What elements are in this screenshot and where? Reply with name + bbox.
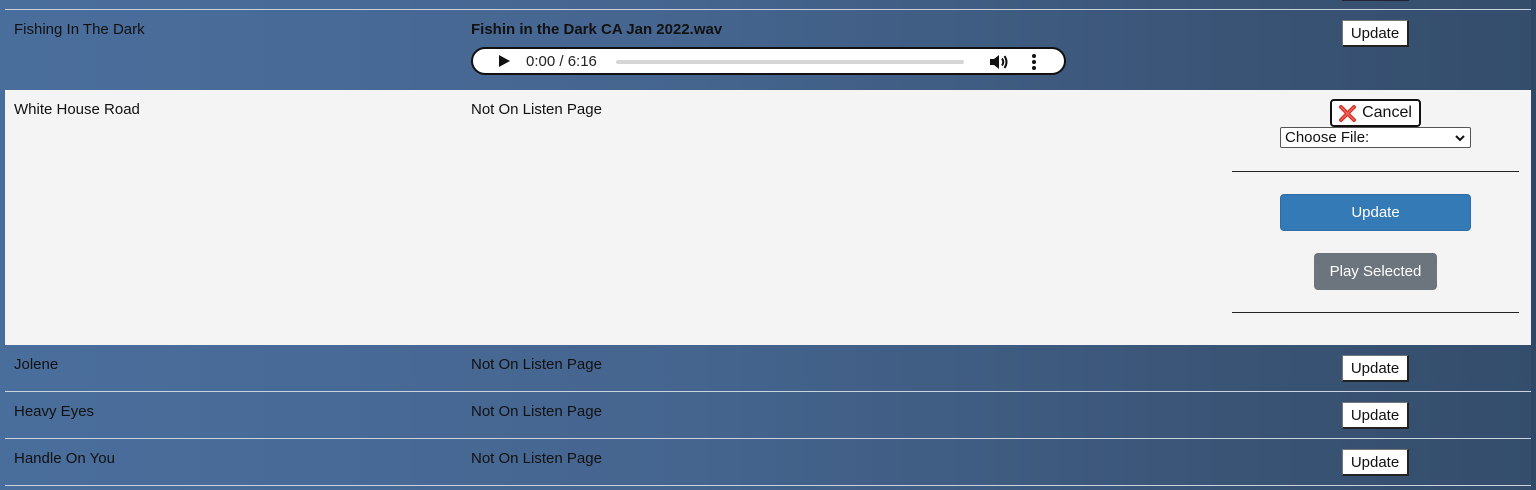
update-button[interactable]: Update — [1342, 449, 1409, 476]
file-status: Not On Listen Page — [471, 403, 602, 420]
file-status: Not On Listen Page — [471, 450, 602, 467]
cancel-button[interactable]: Cancel — [1330, 99, 1421, 127]
file-name: Fishin in the Dark CA Jan 2022.wav — [471, 21, 723, 38]
scroll-edge — [1531, 0, 1536, 490]
row-divider — [5, 485, 1531, 486]
play-selected-button[interactable]: Play Selected — [1314, 253, 1437, 290]
audio-player[interactable]: 0:00 / 6:16 — [471, 47, 1066, 75]
chevron-down-icon — [1455, 135, 1465, 142]
song-list: Fishing In The Dark Fishin in the Dark C… — [0, 0, 1536, 490]
section-divider — [1232, 312, 1519, 313]
row-divider — [5, 391, 1531, 392]
song-title: Jolene — [14, 356, 59, 373]
update-button[interactable]: Update — [1342, 402, 1409, 429]
song-title: White House Road — [14, 101, 140, 118]
select-value: Choose File: — [1285, 129, 1370, 146]
song-title: Handle On You — [14, 450, 115, 467]
more-vertical-icon[interactable] — [1031, 53, 1037, 71]
row-divider — [5, 438, 1531, 439]
song-title: Heavy Eyes — [14, 403, 95, 420]
update-primary-button[interactable]: Update — [1280, 194, 1471, 231]
audio-progress-track[interactable] — [616, 60, 964, 64]
row-divider — [5, 9, 1531, 10]
update-button[interactable]: Update — [1342, 20, 1409, 47]
volume-icon[interactable] — [989, 53, 1009, 71]
previous-row-button-edge — [1342, 0, 1409, 1]
section-divider — [1232, 171, 1519, 172]
update-button[interactable]: Update — [1342, 355, 1409, 382]
file-status: Not On Listen Page — [471, 356, 602, 373]
close-x-icon — [1339, 104, 1357, 122]
play-icon[interactable] — [499, 55, 510, 67]
cancel-label: Cancel — [1362, 104, 1412, 121]
song-title: Fishing In The Dark — [14, 21, 145, 38]
audio-time: 0:00 / 6:16 — [526, 53, 597, 70]
file-status: Not On Listen Page — [471, 101, 602, 118]
choose-file-select[interactable]: Choose File: — [1280, 127, 1471, 148]
